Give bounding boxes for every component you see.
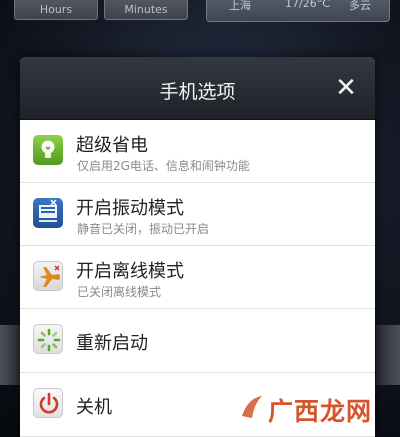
phone-options-dialog: 手机选项 ✕ 超级省电 仅启用2G电话、信息和闹钟功能 开启振动模式 静音已关闭… <box>20 57 375 437</box>
option-title: 开启振动模式 <box>76 198 184 219</box>
vibrate-icon <box>33 198 63 228</box>
minutes-button[interactable]: Minutes <box>104 0 188 20</box>
restart-icon <box>33 324 63 354</box>
option-vibrate-mode[interactable]: 开启振动模式 静音已关闭，振动已开启 <box>20 183 375 246</box>
airplane-icon <box>33 261 63 291</box>
hours-button[interactable]: Hours <box>14 0 98 20</box>
option-title: 重新启动 <box>76 333 148 354</box>
weather-city: 上海 <box>229 0 251 12</box>
option-subtitle: 已关闭离线模式 <box>77 285 162 299</box>
dialog-title: 手机选项 <box>159 81 236 103</box>
watermark-logo-icon <box>238 392 266 422</box>
option-title: 超级省电 <box>76 135 148 156</box>
option-airplane-mode[interactable]: 开启离线模式 已关闭离线模式 <box>20 246 375 309</box>
dialog-header: 手机选项 ✕ <box>20 57 375 120</box>
option-power-saver[interactable]: 超级省电 仅启用2G电话、信息和闹钟功能 <box>20 120 375 183</box>
power-icon <box>33 388 63 418</box>
close-icon: ✕ <box>335 73 357 103</box>
option-title: 开启离线模式 <box>76 261 184 282</box>
background-widget-edge <box>376 325 400 385</box>
option-subtitle: 静音已关闭，振动已开启 <box>77 222 210 236</box>
weather-temperature: 17/26°C <box>285 0 330 10</box>
lightbulb-icon <box>33 135 63 165</box>
option-title: 关机 <box>76 397 112 418</box>
home-widgets: Hours Minutes 上海 17/26°C 多云 <box>0 0 400 30</box>
weather-condition: 多云 <box>349 0 371 12</box>
watermark-text: 广西龙网 <box>268 397 373 426</box>
option-restart[interactable]: 重新启动 <box>20 309 375 373</box>
weather-widget[interactable]: 上海 17/26°C 多云 <box>206 0 390 22</box>
option-subtitle: 仅启用2G电话、信息和闹钟功能 <box>77 159 250 173</box>
close-button[interactable]: ✕ <box>333 75 359 101</box>
